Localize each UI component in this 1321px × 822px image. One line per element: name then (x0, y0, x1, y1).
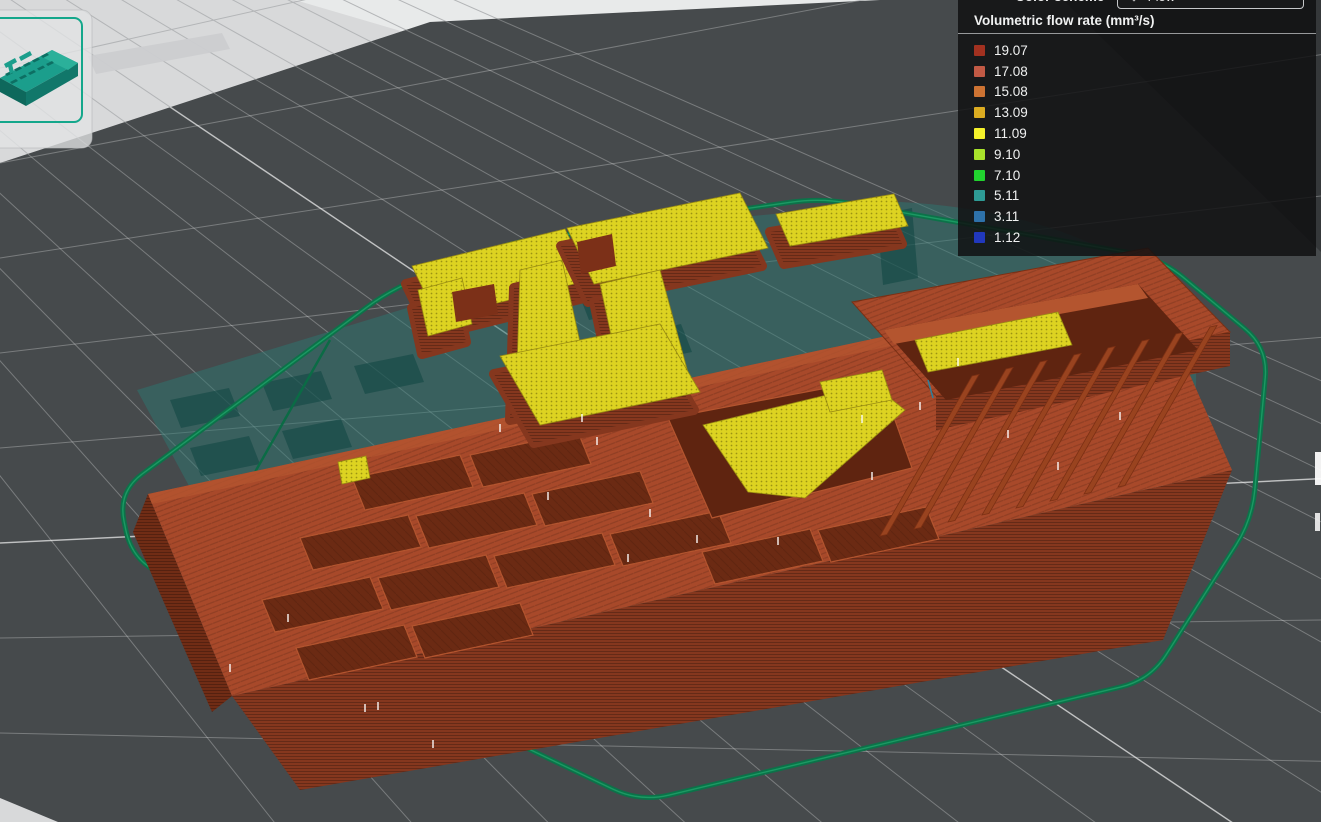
legend-row: 9.10 (958, 144, 1316, 165)
color-scheme-value: Flow (1148, 0, 1175, 4)
legend-swatch (974, 65, 985, 77)
legend-swatch (974, 86, 985, 98)
legend-swatch (974, 44, 985, 56)
legend-panel: ✕ Color scheme ◇ Flow Volumetric flow ra… (958, 0, 1316, 256)
legend-swatch (974, 232, 985, 244)
flow-icon: ◇ (1129, 0, 1138, 2)
slicer-preview-window: 9 ✕ Color scheme ◇ Flow Volumetric flow … (0, 0, 1321, 822)
legend-title: Volumetric flow rate (mm³/s) (974, 13, 1155, 28)
legend-row: 3.11 (958, 206, 1316, 227)
legend-row: 11.09 (958, 123, 1316, 144)
legend-row: 5.11 (958, 186, 1316, 207)
object-thumbnail-card[interactable] (0, 9, 93, 149)
close-icon[interactable]: ✕ (974, 0, 993, 5)
legend-row: 13.09 (958, 102, 1316, 123)
legend-swatch (974, 107, 985, 119)
legend-swatch (974, 211, 985, 223)
legend-row: 15.08 (958, 82, 1316, 103)
legend-rows: 19.07 17.08 15.08 13.09 11.09 9.10 7.10 … (958, 34, 1316, 256)
legend-swatch (974, 128, 985, 140)
legend-row: 19.07 (958, 40, 1316, 61)
legend-header-row: ✕ Color scheme ◇ Flow (958, 0, 1316, 9)
legend-row: 1.12 (958, 227, 1316, 248)
color-scheme-dropdown[interactable]: ◇ Flow (1117, 0, 1304, 9)
legend-swatch (974, 190, 985, 202)
color-scheme-label: Color scheme (1015, 0, 1104, 4)
legend-swatch (974, 148, 985, 160)
legend-row: 7.10 (958, 165, 1316, 186)
legend-row: 17.08 (958, 61, 1316, 82)
legend-swatch (974, 169, 985, 181)
